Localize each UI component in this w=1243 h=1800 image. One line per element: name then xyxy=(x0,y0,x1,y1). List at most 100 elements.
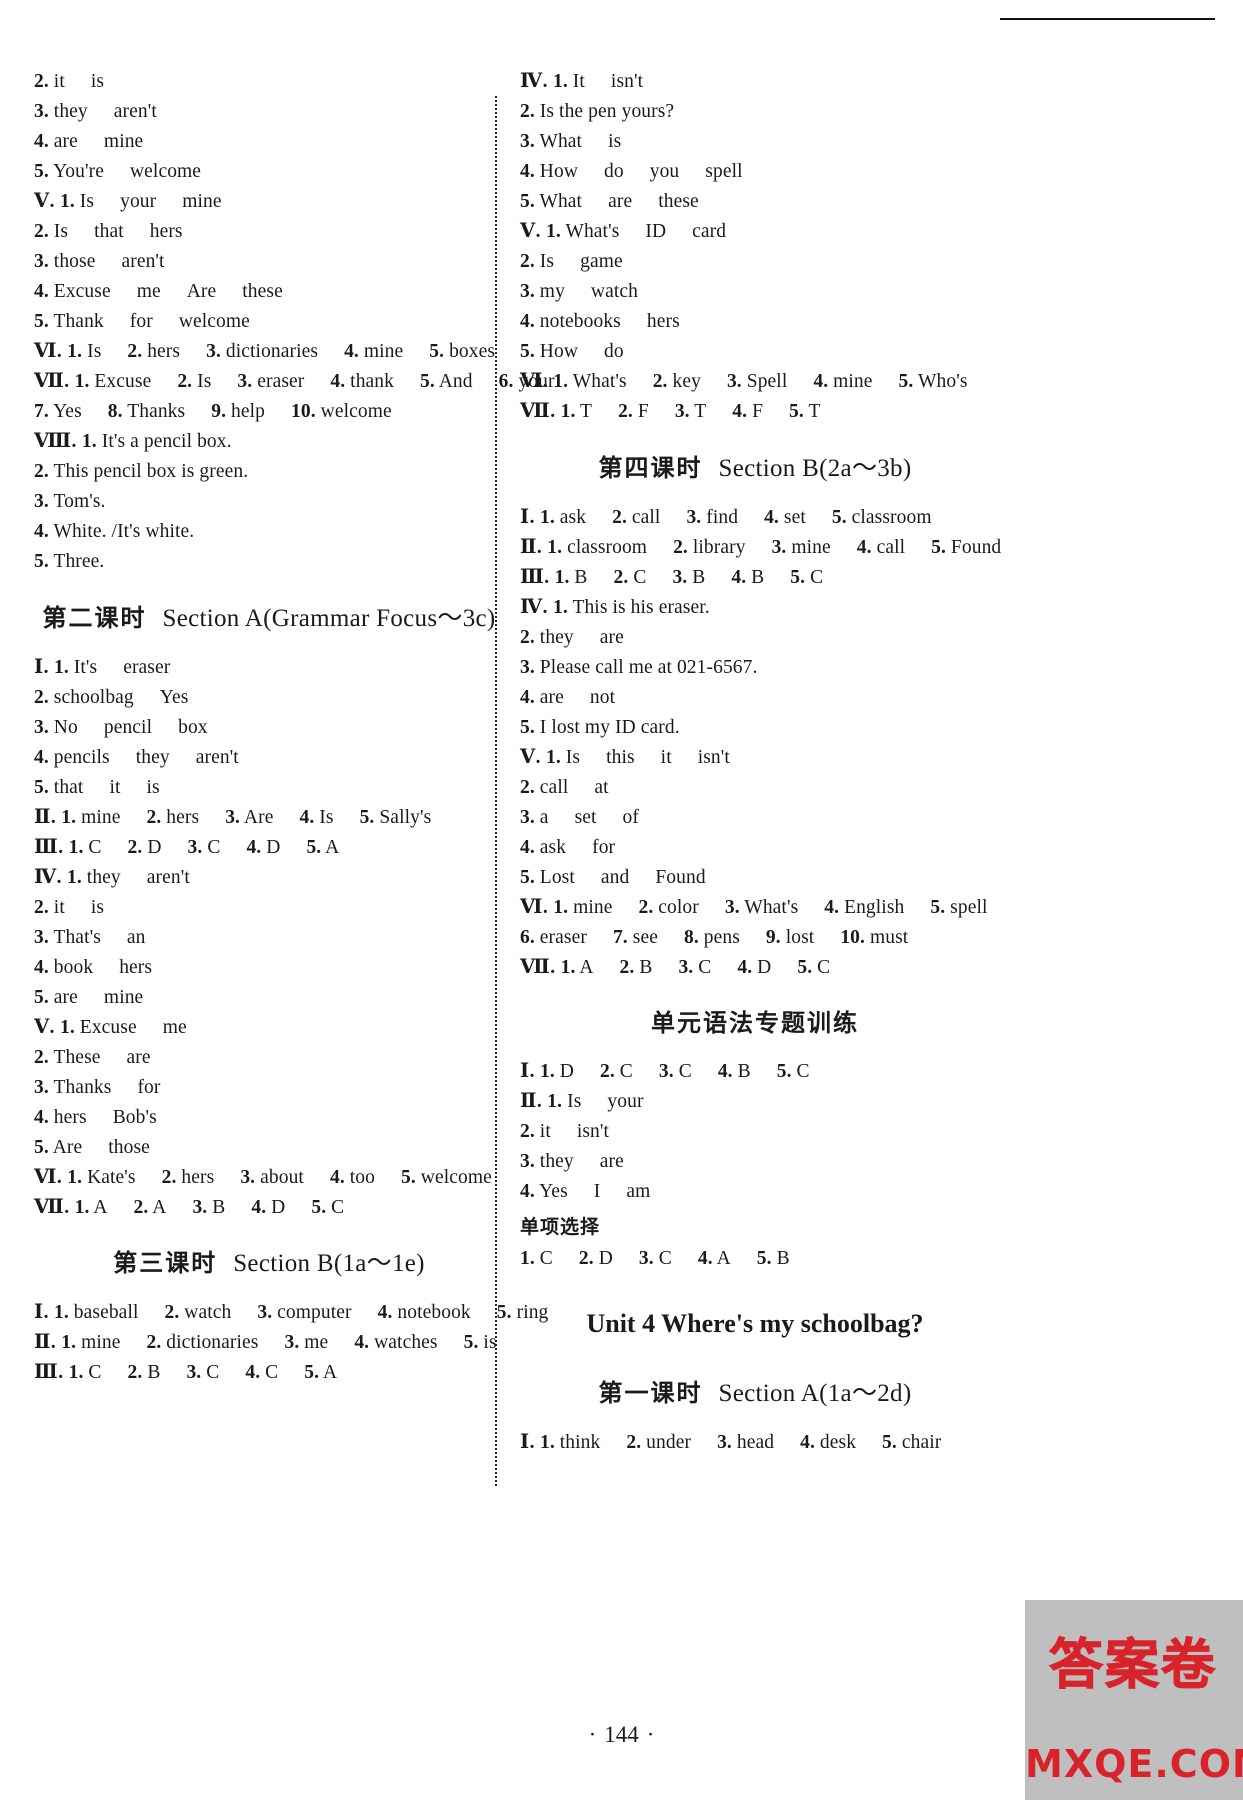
answer-line: 2. it isn't xyxy=(520,1121,610,1142)
folio-dot-left: · xyxy=(588,1722,597,1747)
answer-line: Ⅵ. 1. mine 2. color 3. What's 4. English 5. … xyxy=(520,896,988,918)
answer-line: 4. book hers xyxy=(34,956,153,978)
lesson-heading-en: Section B(2a～3b) xyxy=(718,454,912,482)
answer-line: Ⅵ. 1. What's 2. key 3. Spell 4. mine 5. Who'… xyxy=(520,371,968,392)
unit-heading: Unit 4 Where's my schoolbag? xyxy=(586,1308,924,1338)
answer-line: 5. Lost and Found xyxy=(520,866,706,888)
answer-line: 3. What is xyxy=(520,131,622,152)
answer-line: Ⅶ. 1. A 2. A 3. B 4. D 5. C xyxy=(34,1196,345,1218)
lesson-heading-en: Section A(Grammar Focus～3c) xyxy=(162,604,496,632)
answer-line: Ⅶ. 1. A 2. B 3. C 4. D 5. C xyxy=(520,956,831,978)
lesson-heading-cn: 第二课时 xyxy=(42,603,147,632)
answer-line: 4. are mine xyxy=(34,131,144,152)
answer-line: Ⅰ. 1. D 2. C 3. C 4. B 5. C xyxy=(520,1061,810,1082)
answer-line: Ⅲ. 1. C 2. B 3. C 4. C 5. A xyxy=(34,1362,338,1383)
answer-line: Ⅴ. 1. Is this it isn't xyxy=(520,746,730,768)
corner-rule xyxy=(1000,18,1215,20)
lesson-heading: 第三课时 Section B(1a～1e) xyxy=(34,1243,504,1279)
answer-line: 2. Is the pen yours? xyxy=(520,101,675,122)
answer-line: Ⅳ. 1. It isn't xyxy=(520,71,644,92)
answer-line: 3. No pencil box xyxy=(34,716,208,738)
answer-line: 3. they are xyxy=(520,1151,624,1172)
answer-line: 2. schoolbag Yes xyxy=(34,686,189,708)
answer-line: 7. Yes 8. Thanks 9. help 10. welcome xyxy=(34,401,392,422)
answer-line: Ⅳ. 1. they aren't xyxy=(34,866,190,888)
answer-line: 3. Tom's. xyxy=(34,491,106,512)
answer-line: 5. How do xyxy=(520,341,624,362)
page-number: 144 xyxy=(604,1722,639,1747)
answer-line: 4. notebooks hers xyxy=(520,311,680,332)
answer-line: 4. ask for xyxy=(520,836,616,858)
right-column: Ⅳ. 1. It isn't 2. Is the pen yours? 3. What… xyxy=(520,71,1002,1463)
answer-line: 5. that it is xyxy=(34,776,160,798)
sub-heading: 单项选择 xyxy=(520,1216,601,1238)
answer-line: 1. C 2. D 3. C 4. A 5. B xyxy=(520,1248,790,1269)
answer-line: Ⅵ. 1. Kate's 2. hers 3. about 4. too 5. welc… xyxy=(34,1166,492,1188)
lesson-heading-cn: 第四课时 xyxy=(598,453,703,482)
answer-line: Ⅰ. 1. It's eraser xyxy=(34,656,171,678)
answer-line: 3. my watch xyxy=(520,281,638,302)
answer-line: Ⅱ. 1. classroom 2. library 3. mine 4. call 5… xyxy=(520,536,1002,558)
answer-line: Ⅱ. 1. Is your xyxy=(520,1091,644,1112)
answer-line: 2. This pencil box is green. xyxy=(34,461,249,482)
lesson-heading-en: Section A(1a～2d) xyxy=(718,1379,912,1407)
answer-line: 2. it is xyxy=(34,71,105,92)
answer-line: Ⅲ. 1. C 2. D 3. C 4. D 5. A xyxy=(34,836,340,858)
answer-line: 2. it is xyxy=(34,896,105,918)
watermark-seal-label: 答案卷 xyxy=(1049,1633,1217,1697)
lesson-heading-cn: 第一课时 xyxy=(598,1378,703,1407)
answer-line: Ⅶ. 1. T 2. F 3. T 4. F 5. T xyxy=(520,401,821,422)
answer-line: Ⅳ. 1. This is his eraser. xyxy=(520,596,710,618)
folio-dot-right: · xyxy=(646,1722,655,1747)
answer-line: Ⅰ. 1. baseball 2. watch 3. computer 4. note… xyxy=(34,1302,549,1323)
answer-line: Ⅱ. 1. mine 2. dictionaries 3. me 4. watches… xyxy=(34,1332,497,1353)
answer-line: Ⅴ. 1. What's ID card xyxy=(520,221,727,242)
answer-line: 6. eraser 7. see 8. pens 9. lost 10. must xyxy=(520,926,909,948)
watermark-badge: 答案卷 MXQE.COM xyxy=(1025,1600,1243,1800)
lesson-heading: 第一课时 Section A(1a～2d) xyxy=(520,1373,990,1409)
lesson-heading: 第二课时 Section A(Grammar Focus～3c) xyxy=(34,598,504,634)
section-heading: 单元语法专题训练 xyxy=(520,1003,990,1038)
watermark-seal-text: 答案卷 xyxy=(1033,1606,1233,1724)
answer-line: Ⅰ. 1. think 2. under 3. head 4. desk 5. chai… xyxy=(520,1431,942,1453)
watermark-site-label: MXQE.COM xyxy=(1025,1742,1243,1786)
answer-line: 5. are mine xyxy=(34,986,144,1008)
answer-line: 3. Please call me at 021-6567. xyxy=(520,656,758,678)
answer-line: Ⅷ. 1. It's a pencil box. xyxy=(34,431,232,452)
answer-line: 2. call at xyxy=(520,776,609,798)
answer-line: 5. I lost my ID card. xyxy=(520,716,680,738)
answer-line: 5. Thank for welcome xyxy=(34,311,250,332)
answer-line: 3. a set of xyxy=(520,806,639,828)
answer-line: 3. those aren't xyxy=(34,251,165,272)
answer-line: 2. Is game xyxy=(520,251,623,272)
answer-line: 2. they are xyxy=(520,626,624,648)
answer-line: Ⅱ. 1. mine 2. hers 3. Are 4. Is 5. Sally's xyxy=(34,806,432,828)
answer-line: 4. Yes Iam xyxy=(520,1181,651,1202)
answer-line: Ⅵ. 1. Is 2. hers 3. dictionaries 4. mine 5. … xyxy=(34,341,496,362)
answer-line: 5. Are those xyxy=(34,1136,150,1158)
answer-line: 4. pencils they aren't xyxy=(34,746,239,768)
answer-line: 2. These are xyxy=(34,1046,151,1068)
answer-line: 5. Three. xyxy=(34,551,105,572)
answer-line: Ⅴ. 1. Is your mine xyxy=(34,191,222,212)
left-column: 2. it is 3. they aren't 4. are mine 5. You're w… xyxy=(34,71,555,1393)
answer-line: 3. Thanks for xyxy=(34,1076,161,1098)
answer-line: 4. Excuse me Are these xyxy=(34,281,283,302)
answer-line: 5. What are these xyxy=(520,191,699,212)
answer-line: 4. How do you spell xyxy=(520,161,743,182)
answer-line: Ⅴ. 1. Excuse me xyxy=(34,1016,187,1038)
section-heading-cn: 单元语法专题训练 xyxy=(651,1009,859,1037)
answer-line: Ⅲ. 1. B 2. C 3. B 4. B 5. C xyxy=(520,566,824,588)
lesson-heading: 第四课时 Section B(2a～3b) xyxy=(520,448,990,484)
answer-line: 4. hers Bob's xyxy=(34,1106,157,1128)
answer-line: 5. You're welcome xyxy=(34,161,202,182)
answer-line: 4. White. /It's white. xyxy=(34,521,195,542)
answer-key-page: 2. it is 3. they aren't 4. are mine 5. You're w… xyxy=(0,72,1243,1712)
lesson-heading-cn: 第三课时 xyxy=(113,1249,218,1277)
answer-line: 2. Is that hers xyxy=(34,221,183,242)
answer-line: 3. they aren't xyxy=(34,101,157,122)
lesson-heading-en: Section B(1a～1e) xyxy=(233,1250,425,1277)
answer-line: Ⅰ. 1. ask 2. call 3. find 4. set 5. classroo… xyxy=(520,506,932,528)
answer-line: Ⅶ. 1. Excuse 2. Is 3. eraser 4. thank 5. And… xyxy=(34,371,555,392)
answer-line: 4. are not xyxy=(520,686,616,708)
